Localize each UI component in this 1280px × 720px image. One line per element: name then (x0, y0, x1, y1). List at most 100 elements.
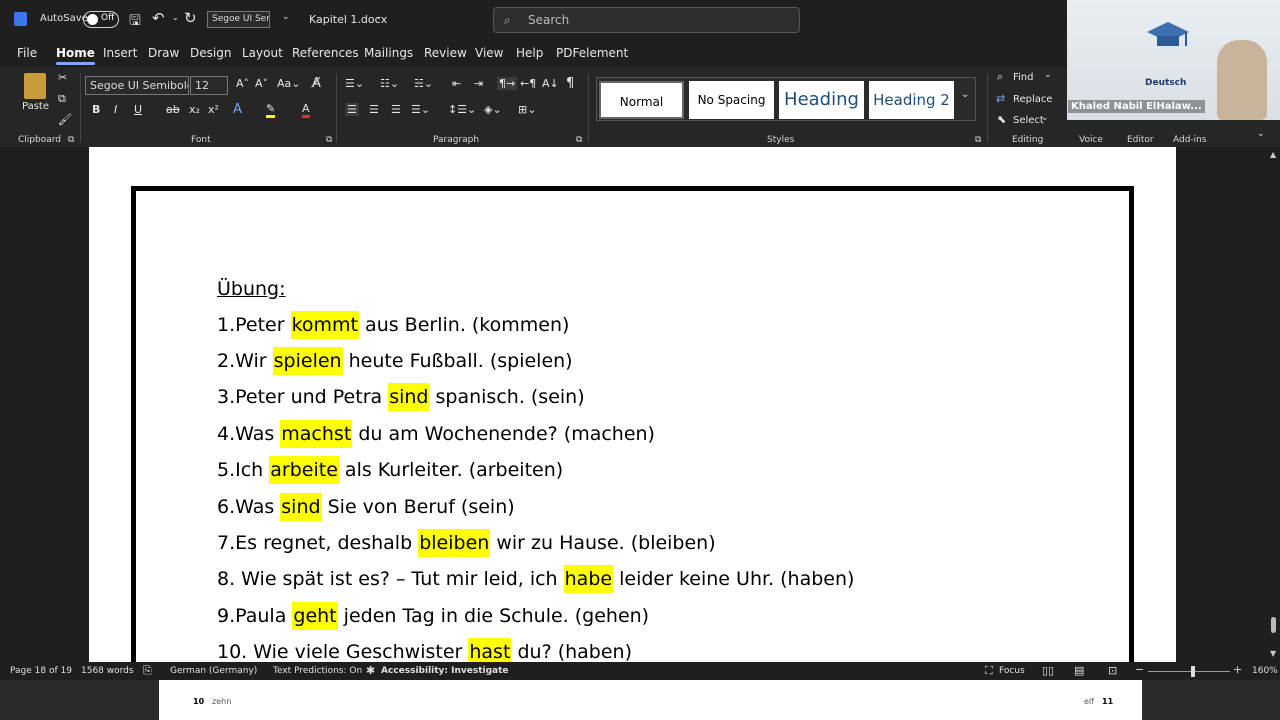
paragraph-launcher-icon[interactable]: ⧉ (576, 135, 582, 145)
font-color-icon[interactable]: A (302, 102, 310, 118)
exercise-line: 10. Wie viele Geschwister hast du? (habe… (217, 638, 632, 666)
numbering-icon[interactable]: ☷⌄ (380, 77, 399, 90)
read-mode-icon[interactable]: ▯▯ (1042, 664, 1054, 677)
replace-icon[interactable]: ⇄ (996, 92, 1005, 105)
focus-icon[interactable]: ⛶ (985, 664, 993, 678)
scroll-up-icon[interactable]: ▲ (1270, 150, 1276, 159)
style-normal[interactable]: Normal (599, 81, 684, 119)
tab-review[interactable]: Review (424, 46, 467, 60)
multilevel-list-icon[interactable]: ☵⌄ (414, 77, 433, 90)
find-button[interactable]: Find (1013, 72, 1034, 83)
find-icon[interactable]: ⌕ (997, 70, 1003, 84)
tab-draw[interactable]: Draw (148, 46, 179, 60)
zoom-in-icon[interactable]: + (1233, 663, 1242, 676)
tab-design[interactable]: Design (190, 46, 231, 60)
tab-home[interactable]: Home (56, 46, 95, 65)
cut-icon[interactable]: ✂ (58, 71, 67, 84)
tab-references[interactable]: References (292, 46, 359, 60)
font-launcher-icon[interactable]: ⧉ (326, 135, 332, 145)
styles-more-icon[interactable]: ⌄ (961, 89, 969, 100)
align-center-icon[interactable]: ☰ (369, 103, 379, 116)
tab-mailings[interactable]: Mailings (364, 46, 413, 60)
copy-icon[interactable]: ⧉ (58, 92, 66, 106)
bold-icon[interactable]: B (92, 103, 100, 116)
sort-icon[interactable]: A↓ (542, 77, 559, 90)
scroll-down-icon[interactable]: ▼ (1270, 649, 1276, 658)
divider (80, 73, 81, 143)
tab-help[interactable]: Help (516, 46, 543, 60)
shrink-font-icon[interactable]: A˅ (255, 77, 268, 90)
justify-icon[interactable]: ☰⌄ (411, 103, 430, 116)
increase-indent-icon[interactable]: ⇥ (474, 77, 483, 90)
search-box[interactable]: ⌕ Search (493, 7, 800, 33)
line-text: als Kurleiter. (arbeiten) (338, 459, 564, 481)
tab-view[interactable]: View (475, 46, 503, 60)
font-name-select[interactable]: Segoe UI Semibold (85, 76, 189, 95)
bullets-icon[interactable]: ☰⌄ (345, 77, 364, 90)
find-dropdown-icon[interactable]: ⌄ (1044, 70, 1052, 80)
superscript-icon[interactable]: x² (208, 103, 219, 116)
select-dropdown-icon[interactable]: ⌄ (1041, 113, 1049, 123)
accessibility-icon[interactable]: ✱ (366, 664, 375, 677)
language[interactable]: German (Germany) (170, 666, 257, 676)
rtl-icon[interactable]: ←¶ (520, 77, 536, 90)
style-heading[interactable]: Heading (779, 81, 864, 119)
style-heading-2[interactable]: Heading 2 (869, 81, 954, 119)
text-predictions[interactable]: Text Predictions: On (273, 666, 362, 676)
tab-file[interactable]: File (17, 46, 37, 60)
styles-launcher-icon[interactable]: ⧉ (975, 135, 981, 145)
borders-icon[interactable]: ⊞⌄ (518, 103, 536, 116)
zoom-slider-thumb[interactable] (1191, 666, 1195, 677)
undo-icon[interactable]: ↶ (152, 9, 165, 27)
zoom-level[interactable]: 160% (1252, 666, 1278, 676)
line-text: jeden Tag in die Schule. (gehen) (337, 605, 650, 627)
undo-dropdown-icon[interactable]: ⌄ (172, 13, 179, 22)
text-effects-icon[interactable]: A (233, 102, 242, 117)
tab-pdfelement[interactable]: PDFelement (556, 46, 628, 60)
zoom-out-icon[interactable]: − (1135, 663, 1144, 676)
scroll-thumb[interactable] (1271, 617, 1276, 633)
show-marks-icon[interactable]: ¶ (566, 76, 574, 91)
autosave-toggle[interactable]: Off (83, 11, 119, 28)
shading-icon[interactable]: ◈⌄ (484, 103, 502, 116)
subscript-icon[interactable]: x₂ (189, 103, 200, 116)
strikethrough-icon[interactable]: ab (166, 103, 180, 116)
clear-formatting-icon[interactable]: A̸ (312, 76, 321, 91)
select-icon[interactable]: ⬉ (997, 113, 1006, 126)
save-icon[interactable]: 🖫 (129, 10, 141, 34)
grow-font-icon[interactable]: A˄ (236, 77, 249, 90)
highlight-icon[interactable]: ✎ (266, 102, 276, 118)
ltr-icon[interactable]: ¶→ (497, 77, 518, 90)
change-case-icon[interactable]: Aa⌄ (277, 77, 300, 90)
vertical-scrollbar[interactable]: ▲ ▼ (1267, 147, 1280, 662)
italic-icon[interactable]: I (114, 103, 117, 116)
paste-icon[interactable] (24, 73, 46, 99)
tab-layout[interactable]: Layout (242, 46, 283, 60)
zoom-slider[interactable] (1148, 671, 1230, 672)
collapse-ribbon-icon[interactable]: ⌄ (1257, 129, 1265, 139)
customize-toolbar-icon[interactable]: ⌄ (282, 12, 290, 22)
page-count[interactable]: Page 18 of 19 (10, 666, 72, 676)
select-button[interactable]: Select (1013, 115, 1044, 126)
format-painter-icon[interactable]: 🖌 (58, 113, 72, 126)
title-font-select[interactable]: Segoe UI Ser (207, 11, 270, 28)
redo-icon[interactable]: ↻ (184, 9, 197, 27)
style-no-spacing[interactable]: No Spacing (689, 81, 774, 119)
accessibility-status[interactable]: Accessibility: Investigate (381, 666, 509, 676)
align-left-icon[interactable]: ☰ (345, 103, 359, 116)
web-layout-icon[interactable]: ⊡ (1108, 664, 1117, 677)
align-right-icon[interactable]: ☰ (391, 103, 401, 116)
focus-mode[interactable]: Focus (999, 666, 1025, 676)
decrease-indent-icon[interactable]: ⇤ (452, 77, 461, 90)
paste-label[interactable]: Paste (22, 101, 49, 112)
tab-insert[interactable]: Insert (103, 46, 137, 60)
font-size-select[interactable]: 12 (190, 76, 228, 95)
line-spacing-icon[interactable]: ↕☰⌄ (448, 103, 476, 116)
proofing-icon[interactable]: ⎘ (143, 664, 152, 678)
clipboard-launcher-icon[interactable]: ⧉ (68, 135, 74, 145)
print-layout-icon[interactable]: ▤ (1074, 664, 1084, 677)
word-count[interactable]: 1568 words (81, 666, 134, 676)
replace-button[interactable]: Replace (1013, 94, 1053, 105)
title-chevron-icon[interactable]: ⌄ (375, 12, 383, 22)
underline-icon[interactable]: U (134, 103, 142, 116)
